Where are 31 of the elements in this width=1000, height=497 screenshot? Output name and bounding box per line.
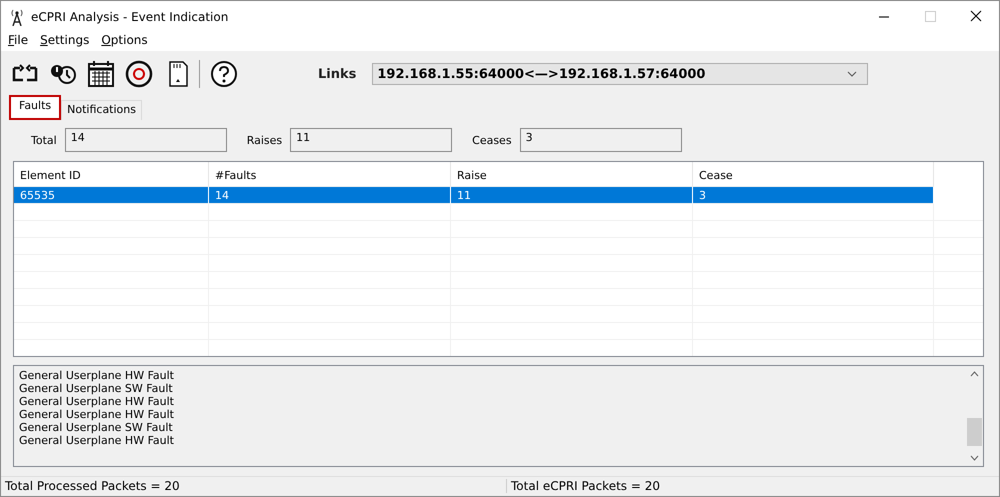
tab[interactable]: Notifications xyxy=(61,100,142,120)
count-field: 3 xyxy=(520,128,682,152)
count-label: Total xyxy=(31,134,57,146)
table-cell: 11 xyxy=(451,187,693,204)
log-line: General Userplane SW Fault xyxy=(19,421,174,434)
table-cell: 3 xyxy=(693,187,934,204)
table-cell: 14 xyxy=(209,187,451,204)
links-dropdown[interactable]: 192.168.1.55:64000<—>192.168.1.57:64000 xyxy=(372,63,868,85)
tab[interactable]: Faults xyxy=(9,95,62,120)
count-label: Ceases xyxy=(472,134,512,146)
links-label: Links xyxy=(318,66,356,82)
log-line: General Userplane SW Fault xyxy=(19,382,174,395)
help-icon[interactable] xyxy=(208,58,240,90)
count-label: Raises xyxy=(246,134,282,146)
window-title: eCPRI Analysis - Event Indication xyxy=(31,10,230,24)
menu-item[interactable]: Options xyxy=(95,33,154,51)
table-row[interactable]: 65535 14 11 3 xyxy=(14,187,983,204)
status-text: Total Processed Packets = 20 xyxy=(1,479,507,493)
log-line: General Userplane HW Fault xyxy=(19,395,175,408)
menu-item[interactable]: Settings xyxy=(34,33,96,51)
count-field: 14 xyxy=(64,128,227,152)
antenna-icon xyxy=(9,8,25,26)
calendar-icon[interactable] xyxy=(85,58,117,90)
menu-item[interactable]: File xyxy=(2,33,34,51)
count-field: 11 xyxy=(290,128,452,152)
table-cell: 65535 xyxy=(14,187,209,204)
log-line: General Userplane HW Fault xyxy=(19,434,175,447)
log-line: General Userplane HW Fault xyxy=(19,369,175,382)
status-text: Total eCPRI Packets = 20 xyxy=(510,479,660,493)
chevron-down-icon xyxy=(847,71,858,77)
log-line: General Userplane HW Fault xyxy=(19,408,175,421)
